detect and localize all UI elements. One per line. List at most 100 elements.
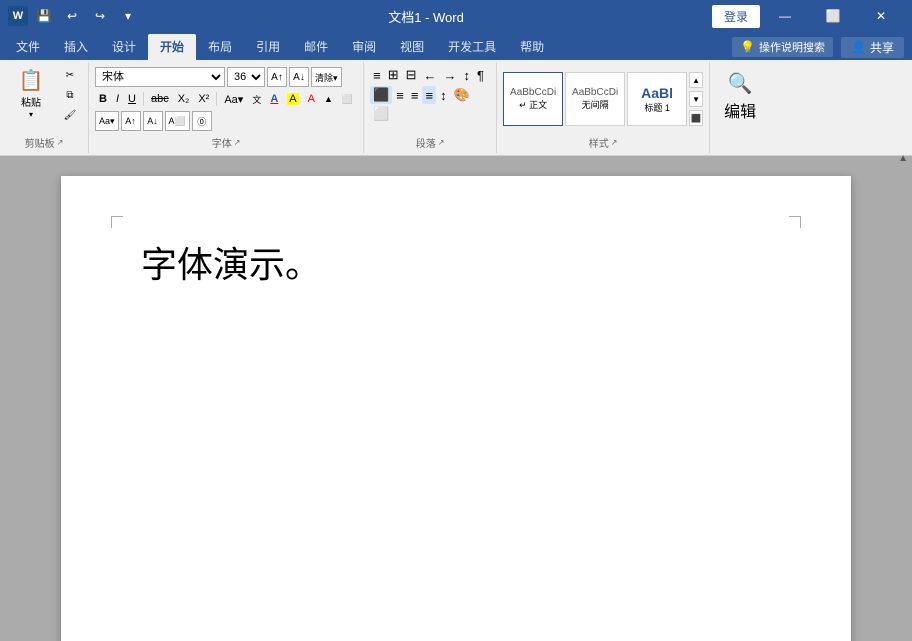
font-color2-button[interactable]: A [304, 90, 319, 108]
style-heading1[interactable]: AaBl 标题 1 [627, 72, 687, 126]
cut-button[interactable]: ✂ [58, 66, 82, 84]
highlight-button[interactable]: A [283, 90, 302, 108]
shading-para-button[interactable]: 🎨 [451, 86, 473, 104]
tab-view[interactable]: 视图 [388, 34, 436, 60]
style-no-spacing[interactable]: AaBbCcDi 无间隔 [565, 72, 625, 126]
align-left-button[interactable]: ⬛ [370, 86, 392, 104]
style-heading1-label: 标题 1 [644, 101, 670, 114]
paste-label: 粘贴 [21, 94, 41, 109]
tab-developer[interactable]: 开发工具 [436, 34, 508, 60]
close-button[interactable]: ✕ [858, 0, 904, 32]
bullets-button[interactable]: ≡ [370, 66, 384, 84]
tab-home[interactable]: 开始 [148, 34, 196, 60]
font-size-up-button[interactable]: A↑ [267, 67, 287, 87]
styles-scroll-buttons: ▲ ▼ ⬛ [689, 72, 703, 126]
font-color-button[interactable]: A [266, 90, 282, 108]
case-button[interactable]: Aa▾ [220, 90, 247, 108]
paragraph-section-label: 段落 ↗ [412, 134, 449, 151]
clipboard-expand-icon[interactable]: ↗ [57, 138, 64, 147]
subscript-button[interactable]: X₂ [174, 90, 194, 108]
ribbon-search-box[interactable]: 💡 操作说明搜索 [732, 37, 833, 57]
editing-content: 🔍 编辑 [714, 64, 766, 149]
font-circle-button[interactable]: ⓪ [192, 111, 212, 131]
tab-references[interactable]: 引用 [244, 34, 292, 60]
clipboard-section: 📋 粘贴 ▾ ✂ ⧉ 🖌 剪贴板 ↗ [0, 62, 89, 153]
styles-scroll-down[interactable]: ▼ [689, 91, 703, 107]
underline-button[interactable]: U [124, 90, 140, 108]
font-aa-button[interactable]: Aa▾ [95, 111, 119, 131]
justify-button[interactable]: ≡ [422, 86, 436, 104]
editing-section-label [736, 149, 744, 151]
lightbulb-icon: 💡 [740, 40, 755, 54]
paste-button[interactable]: 📋 粘贴 ▾ [6, 66, 56, 121]
italic-button[interactable]: I [112, 90, 123, 108]
clipboard-content: 📋 粘贴 ▾ ✂ ⧉ 🖌 [4, 64, 84, 134]
editing-label: 编辑 [724, 98, 756, 122]
font-size-down-button[interactable]: A↓ [289, 67, 309, 87]
clipboard-sub: ✂ ⧉ 🖌 [58, 66, 82, 124]
numbering-button[interactable]: ⊞ [385, 66, 402, 84]
undo-button[interactable]: ↩ [60, 4, 84, 28]
tab-design[interactable]: 设计 [100, 34, 148, 60]
paste-icon: 📋 [19, 68, 44, 93]
document-content[interactable]: 字体演示。 [141, 236, 771, 288]
align-center-button[interactable]: ≡ [393, 86, 407, 104]
tab-review[interactable]: 审阅 [340, 34, 388, 60]
paragraph-expand-icon[interactable]: ↗ [438, 138, 445, 147]
show-formatting-button[interactable]: ¶ [474, 66, 487, 84]
find-replace-button[interactable]: 🔍 编辑 [716, 66, 764, 126]
magnifier-icon: 🔍 [728, 71, 753, 96]
styles-scroll-up[interactable]: ▲ [689, 72, 703, 88]
styles-expand-icon[interactable]: ↗ [611, 138, 618, 147]
borders-button[interactable]: ⬜ [370, 105, 392, 123]
font-section-label: 字体 ↗ [208, 134, 245, 151]
restore-button[interactable]: ⬜ [810, 0, 856, 32]
superscript-button[interactable]: X² [194, 90, 213, 108]
strikethrough-button[interactable]: abc [147, 90, 173, 108]
format-painter-button[interactable]: 🖌 [58, 106, 82, 124]
style-no-spacing-label: 无间隔 [582, 98, 609, 111]
copy-button[interactable]: ⧉ [58, 86, 82, 104]
styles-content: AaBbCcDi ↵ 正文 AaBbCcDi 无间隔 AaBl 标题 1 ▲ ▼… [501, 64, 705, 134]
ribbon-collapse-button[interactable]: ▲ [898, 153, 908, 164]
bold-button[interactable]: B [95, 90, 111, 108]
tab-mailings[interactable]: 邮件 [292, 34, 340, 60]
tab-file[interactable]: 文件 [4, 34, 52, 60]
line-spacing-button[interactable]: ↕ [437, 86, 450, 104]
tab-insert[interactable]: 插入 [52, 34, 100, 60]
multilevel-button[interactable]: ⊟ [403, 66, 420, 84]
decrease-indent-button[interactable]: ← [421, 66, 440, 84]
align-right-button[interactable]: ≡ [408, 86, 422, 104]
redo-button[interactable]: ↪ [88, 4, 112, 28]
font-size4-button[interactable]: A↓ [143, 111, 163, 131]
styles-expand-button[interactable]: ⬛ [689, 110, 703, 126]
save-button[interactable]: 💾 [32, 4, 56, 28]
font-size-select[interactable]: 36 [227, 67, 265, 87]
paragraph-section: ≡ ⊞ ⊟ ← → ↕ ¶ ⬛ ≡ ≡ ≡ ↕ 🎨 ⬜ 段落 ↗ [364, 62, 497, 153]
style-normal-label: ↵ 正文 [519, 98, 547, 111]
document-page[interactable]: 字体演示。 [61, 176, 851, 641]
shading-button[interactable]: ▲ [320, 90, 337, 108]
minimize-button[interactable]: — [762, 0, 808, 32]
font-border2-button[interactable]: A⬜ [165, 111, 190, 131]
style-normal[interactable]: AaBbCcDi ↵ 正文 [503, 72, 563, 126]
title-bar-right: 登录 — ⬜ ✕ [712, 0, 904, 32]
font-name-select[interactable]: 宋体 [95, 67, 225, 87]
search-placeholder: 操作说明搜索 [759, 39, 825, 55]
tab-help[interactable]: 帮助 [508, 34, 556, 60]
style-heading1-preview: AaBl [641, 85, 673, 101]
border-button[interactable]: ⬜ [338, 90, 357, 108]
font-size3-button[interactable]: A↑ [121, 111, 141, 131]
wubi-button[interactable]: 文 [248, 90, 265, 108]
qat-dropdown-button[interactable]: ▾ [116, 4, 140, 28]
title-bar-left: W 💾 ↩ ↪ ▾ [8, 4, 140, 28]
font-expand-icon[interactable]: ↗ [234, 138, 241, 147]
login-button[interactable]: 登录 [712, 5, 760, 28]
share-button[interactable]: 👤 共享 [841, 37, 904, 58]
sort-button[interactable]: ↕ [461, 66, 474, 84]
increase-indent-button[interactable]: → [441, 66, 460, 84]
clear-format-button[interactable]: 清除▾ [311, 67, 342, 87]
tab-layout[interactable]: 布局 [196, 34, 244, 60]
title-bar-title: 文档1 - Word [140, 7, 712, 26]
page-corner-tl [111, 216, 123, 228]
